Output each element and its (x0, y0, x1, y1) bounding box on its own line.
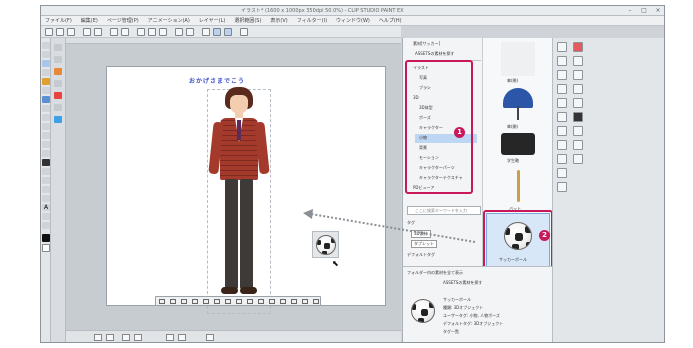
callout-badge-2: 2 (539, 230, 550, 241)
app-window: イラスト* (1600 x 1000px 350dpi 50.0%) - CLI… (40, 5, 665, 343)
callout-badge-1: 1 (454, 127, 465, 138)
drag-path (303, 209, 476, 243)
